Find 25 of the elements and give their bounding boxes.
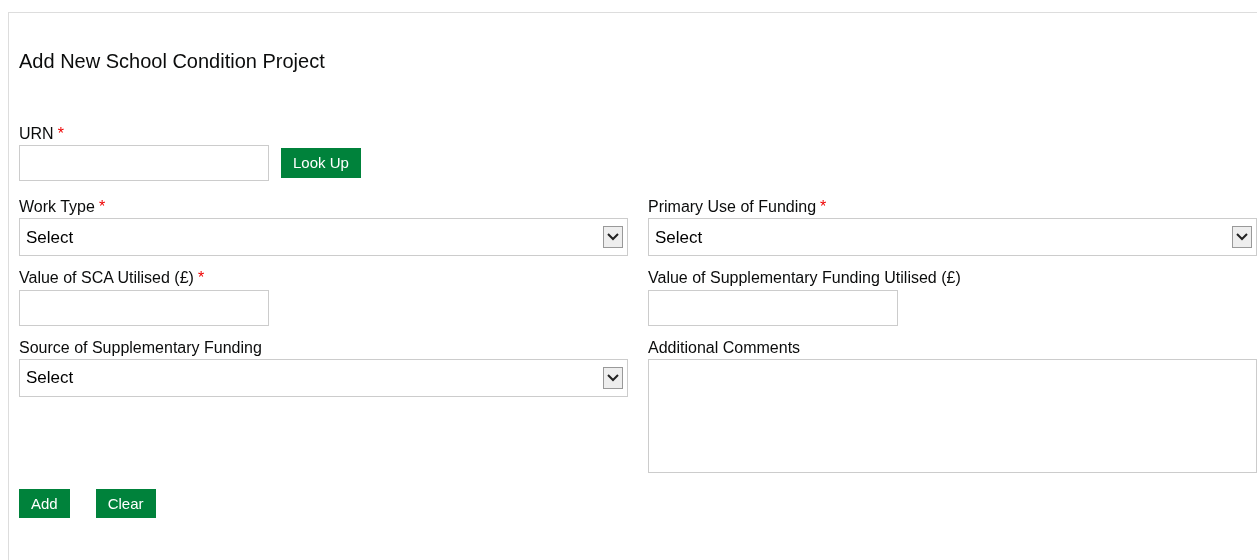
required-asterisk: * [57, 125, 64, 142]
required-asterisk: * [98, 198, 106, 216]
required-asterisk: * [820, 198, 827, 216]
chevron-down-icon [607, 373, 619, 382]
select-field[interactable]: Select [648, 218, 1257, 257]
form-button[interactable]: Clear [95, 488, 156, 519]
field-label: Work Type [19, 198, 95, 216]
field-label: Source of Supplementary Funding [19, 338, 262, 356]
select-field[interactable]: Select [19, 358, 628, 397]
input-field[interactable] [648, 289, 898, 326]
field-label: Value of Supplementary Funding Utilised (£) [648, 269, 961, 287]
input-field[interactable] [19, 289, 269, 326]
select-field[interactable]: Select [19, 218, 628, 257]
form-title: Add New School Condition Project [19, 49, 326, 73]
field-label: Value of SCA Utilised (£) [19, 269, 194, 287]
required-asterisk: * [197, 269, 205, 287]
form-button[interactable]: Add [19, 488, 70, 519]
comments-field[interactable] [648, 358, 1257, 473]
field-label: Primary Use of Funding [648, 198, 817, 216]
field-label: URN [19, 125, 54, 142]
look-up-button[interactable]: Look Up [281, 148, 361, 178]
chevron-down-icon [607, 233, 619, 242]
field-label: Additional Comments [648, 338, 801, 356]
chevron-down-icon [1236, 233, 1248, 242]
urn-field[interactable] [19, 145, 269, 182]
